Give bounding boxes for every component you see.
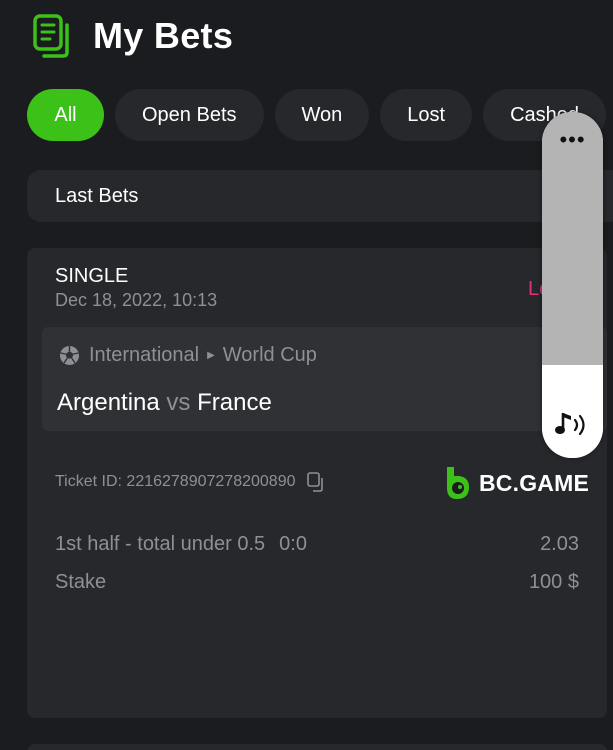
match-score: 0:0	[279, 533, 307, 555]
bc-game-logo-icon	[447, 467, 469, 499]
ticket-id: Ticket ID: 2216278907278200890	[55, 473, 296, 490]
chevron-right-icon: ▶	[207, 349, 215, 361]
tab-lost[interactable]: Lost	[380, 89, 473, 141]
brand: BC.GAME	[445, 466, 589, 500]
stake-label: Stake	[55, 571, 107, 593]
soccer-ball-icon	[60, 345, 79, 365]
match-teams: Argentina vs France	[57, 389, 272, 417]
tab-won[interactable]: Won	[274, 89, 370, 141]
header: My Bets	[0, 0, 613, 80]
ticket-id-row: Ticket ID: 2216278907278200890	[55, 472, 325, 492]
sound-icon[interactable]	[554, 409, 590, 441]
bet-datetime: Dec 18, 2022, 10:13	[55, 290, 218, 310]
more-options-icon[interactable]: •••	[542, 129, 603, 151]
league-category: International	[89, 343, 200, 366]
copy-icon[interactable]	[307, 472, 325, 492]
page-title: My Bets	[93, 15, 234, 56]
next-bet-card[interactable]	[27, 744, 607, 750]
bet-filter-tabs: AllOpen BetsWonLostCashed	[27, 89, 613, 141]
league-competition: World Cup	[222, 343, 317, 366]
bet-type: SINGLE	[55, 265, 129, 287]
last-bets-dropdown[interactable]: Last Bets	[27, 170, 613, 222]
home-team: Argentina	[57, 389, 160, 416]
league-breadcrumb: International ▶ World Cup	[59, 343, 317, 367]
bets-list-icon	[33, 14, 69, 58]
odds-value: 2.03	[540, 533, 579, 555]
tab-open-bets[interactable]: Open Bets	[115, 89, 264, 141]
bet-card[interactable]: SINGLE Dec 18, 2022, 10:13 Lost Internat…	[27, 248, 607, 718]
tab-all[interactable]: All	[27, 89, 104, 141]
away-team: France	[197, 389, 272, 416]
market-name: 1st half - total under 0.5	[55, 533, 266, 555]
volume-overlay[interactable]: •••	[542, 112, 603, 458]
vs-label: vs	[166, 389, 191, 416]
stake-row: Stake 100 $	[55, 571, 579, 594]
market-row: 1st half - total under 0.5 0:0 2.03	[55, 533, 579, 556]
stake-value: 100 $	[528, 571, 579, 593]
brand-name: BC.GAME	[479, 469, 590, 496]
match-panel[interactable]: International ▶ World Cup Argentina vs F…	[42, 327, 607, 431]
